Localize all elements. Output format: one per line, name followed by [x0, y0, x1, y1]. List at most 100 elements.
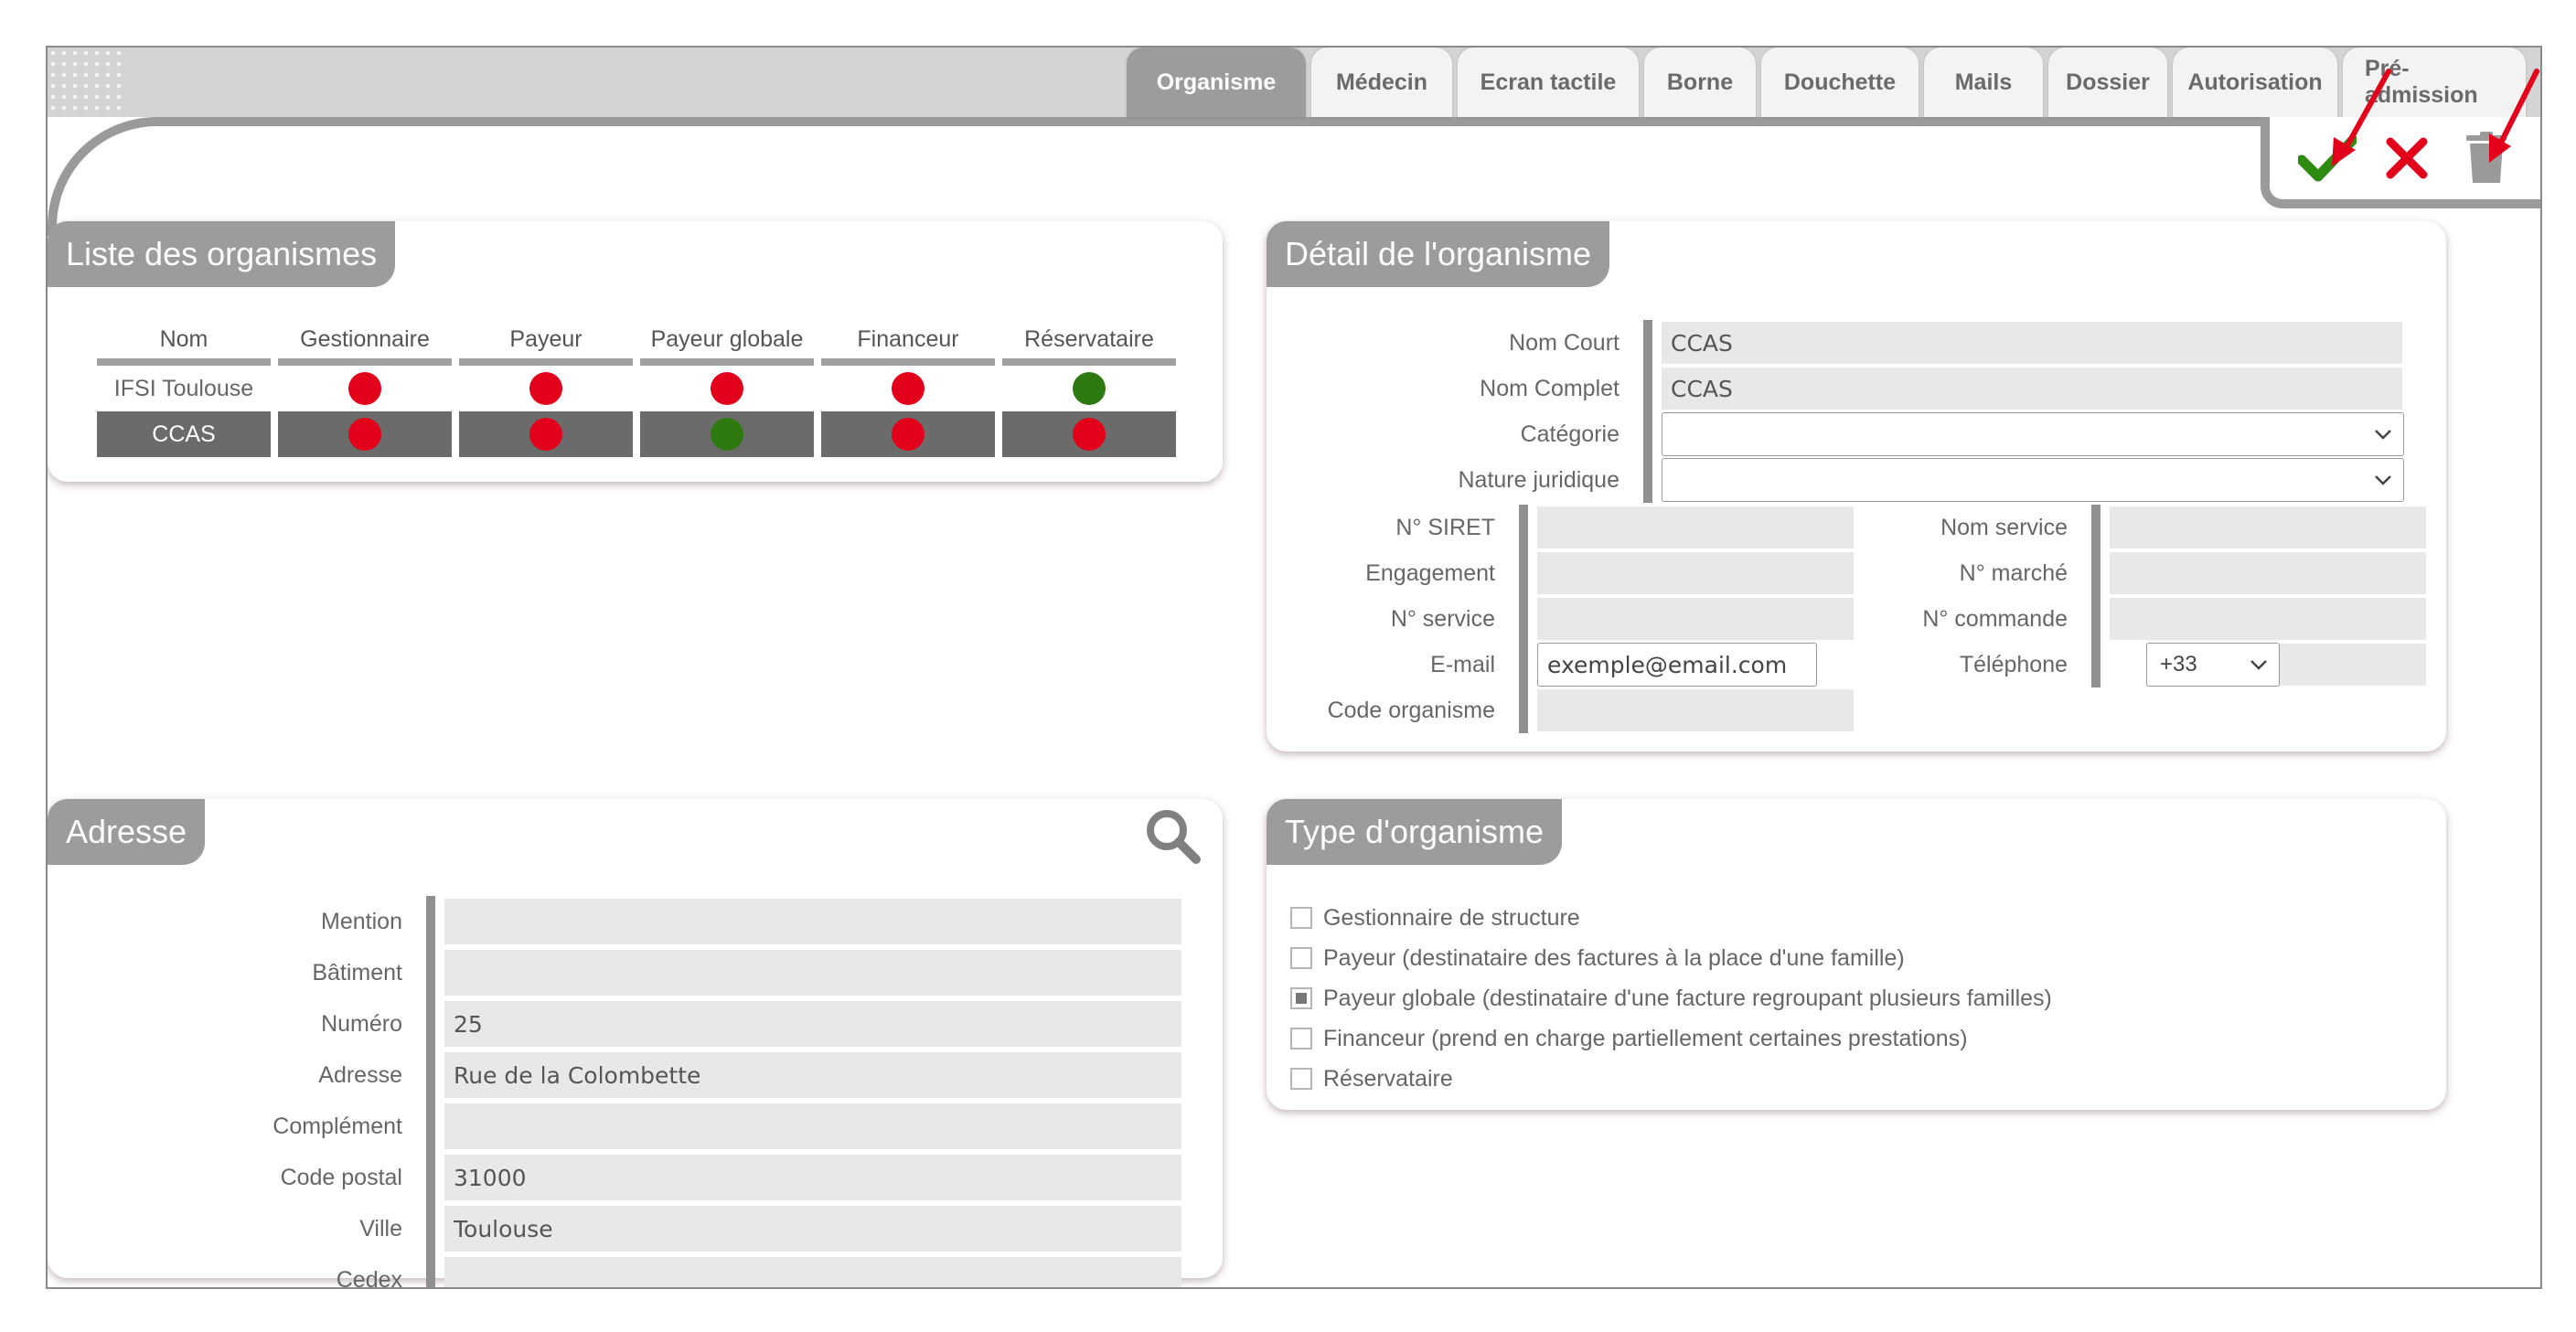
nom-complet-label: Nom Complet — [1480, 375, 1619, 401]
n-marche-field[interactable] — [2110, 552, 2426, 594]
adresse-label: Numéro — [321, 1010, 402, 1037]
annotation-arrow-delete — [2489, 69, 2539, 163]
nom-service-field[interactable] — [2110, 506, 2426, 549]
chevron-down-icon — [2375, 430, 2391, 440]
status-dot-red — [529, 372, 562, 405]
search-icon — [1147, 810, 1201, 864]
status-dot-red — [711, 372, 743, 405]
engagement-label: Engagement — [1365, 559, 1495, 586]
tab-ecran-tactile[interactable]: Ecran tactile — [1458, 48, 1639, 117]
type-option[interactable]: Payeur (destinataire des factures à la p… — [1290, 940, 1905, 976]
annotation-arrow-validate — [2332, 69, 2391, 166]
adresse-field[interactable]: 31000 — [444, 1155, 1181, 1200]
n-commande-field[interactable] — [2110, 598, 2426, 640]
n-marche-label: N° marché — [1959, 559, 2068, 586]
telephone-group: +33 — [2110, 643, 2426, 687]
table-row[interactable]: IFSI Toulouse — [97, 366, 1176, 411]
adresse-label: Complément — [273, 1113, 402, 1139]
status-dot-red — [348, 372, 381, 405]
code-row: Code organisme — [1267, 687, 1854, 733]
address-search-button[interactable] — [1143, 806, 1202, 865]
adresse-field[interactable] — [444, 950, 1181, 996]
telephone-prefix-select[interactable]: +33 — [2146, 643, 2280, 687]
n-service-field[interactable] — [1537, 598, 1854, 640]
tab-m-decin[interactable]: Médecin — [1311, 48, 1452, 117]
code-label: Code organisme — [1327, 697, 1495, 723]
adresse-panel: Adresse Mention Bâtiment Numéro 25 Adresse Ru… — [48, 799, 1223, 1287]
nature-select[interactable] — [1662, 458, 2404, 502]
adresse-field[interactable] — [444, 1103, 1181, 1149]
tab-organisme[interactable]: Organisme — [1127, 48, 1306, 117]
type-option-label: Payeur globale (destinataire d'une factu… — [1323, 985, 2052, 1011]
type-option[interactable]: Gestionnaire de structure — [1290, 900, 1580, 936]
adresse-label: Cedex — [336, 1266, 402, 1289]
n-commande-row: N° commande — [1852, 596, 2426, 642]
nom-court-label: Nom Court — [1509, 329, 1619, 356]
liste-panel-title: Liste des organismes — [48, 221, 396, 287]
nom-court-row: Nom Court CCAS — [1267, 320, 2402, 366]
code-field[interactable] — [1537, 689, 1854, 731]
type-option-label: Réservataire — [1323, 1065, 1453, 1092]
organisme-name: IFSI Toulouse — [113, 375, 254, 401]
siret-label: N° SIRET — [1395, 514, 1495, 540]
adresse-label: Bâtiment — [312, 959, 402, 986]
column-header[interactable]: Nom — [97, 322, 271, 366]
engagement-row: Engagement — [1267, 550, 1854, 596]
n-service-row: N° service — [1267, 596, 1854, 642]
type-panel-title: Type d'organisme — [1267, 799, 1563, 865]
adresse-field[interactable]: Toulouse — [444, 1206, 1181, 1252]
adresse-field[interactable] — [444, 899, 1181, 944]
nom-service-row: Nom service — [1852, 505, 2426, 550]
checkbox[interactable] — [1290, 1068, 1312, 1090]
adresse-field[interactable] — [444, 1257, 1181, 1287]
adresse-field[interactable]: Rue de la Colombette — [444, 1052, 1181, 1098]
siret-row: N° SIRET — [1267, 505, 1854, 550]
column-header[interactable]: Payeur globale — [640, 322, 814, 366]
checkbox[interactable] — [1290, 907, 1312, 929]
nom-complet-row: Nom Complet CCAS — [1267, 366, 2402, 411]
type-panel: Type d'organisme Gestionnaire de structu… — [1267, 799, 2446, 1110]
status-dot-red — [1073, 418, 1106, 451]
checkbox[interactable] — [1290, 947, 1312, 969]
organisme-name: CCAS — [97, 411, 271, 457]
detail-panel-title: Détail de l'organisme — [1267, 221, 1610, 287]
telephone-prefix: +33 — [2160, 652, 2197, 677]
telephone-label: Téléphone — [1959, 651, 2068, 677]
telephone-field[interactable] — [2280, 644, 2426, 686]
tab-dossier[interactable]: Dossier — [2048, 48, 2167, 117]
categorie-select[interactable] — [1662, 412, 2404, 456]
categorie-label: Catégorie — [1520, 421, 1619, 447]
nature-row: Nature juridique — [1267, 457, 2404, 503]
engagement-field[interactable] — [1537, 552, 1854, 594]
checkbox[interactable] — [1290, 987, 1312, 1009]
tab-borne[interactable]: Borne — [1644, 48, 1756, 117]
column-header[interactable]: Financeur — [821, 322, 995, 366]
adresse-row: Cedex — [48, 1254, 1181, 1289]
column-header[interactable]: Payeur — [459, 322, 633, 366]
app-frame: Organisme Médecin Ecran tactile Borne Douche… — [46, 46, 2542, 1289]
tab-bar: Organisme Médecin Ecran tactile Borne Douche… — [1127, 48, 2526, 117]
adresse-row: Ville Toulouse — [48, 1203, 1181, 1254]
nom-court-field[interactable]: CCAS — [1662, 322, 2402, 364]
table-row[interactable]: CCAS — [97, 411, 1176, 457]
status-dot-green — [711, 418, 743, 451]
siret-field[interactable] — [1537, 506, 1854, 549]
adresse-panel-title: Adresse — [48, 799, 206, 865]
tab-mails[interactable]: Mails — [1924, 48, 2043, 117]
tab-douchette[interactable]: Douchette — [1761, 48, 1919, 117]
adresse-label: Adresse — [318, 1061, 402, 1088]
adresse-field[interactable]: 25 — [444, 1001, 1181, 1047]
column-header[interactable]: Réservataire — [1002, 322, 1176, 366]
email-field[interactable]: exemple@email.com — [1537, 643, 1817, 687]
adresse-label: Mention — [321, 908, 402, 934]
tab-autorisation[interactable]: Autorisation — [2173, 48, 2337, 117]
nom-complet-field[interactable]: CCAS — [1662, 368, 2402, 410]
nature-label: Nature juridique — [1458, 466, 1620, 493]
checkbox[interactable] — [1290, 1028, 1312, 1050]
type-option[interactable]: Financeur (prend en charge partiellement… — [1290, 1020, 1968, 1057]
adresse-row: Bâtiment — [48, 947, 1181, 998]
column-header[interactable]: Gestionnaire — [278, 322, 452, 366]
type-option[interactable]: Payeur globale (destinataire d'une factu… — [1290, 980, 2052, 1017]
type-option[interactable]: Réservataire — [1290, 1060, 1453, 1097]
chevron-down-icon — [2250, 660, 2267, 670]
